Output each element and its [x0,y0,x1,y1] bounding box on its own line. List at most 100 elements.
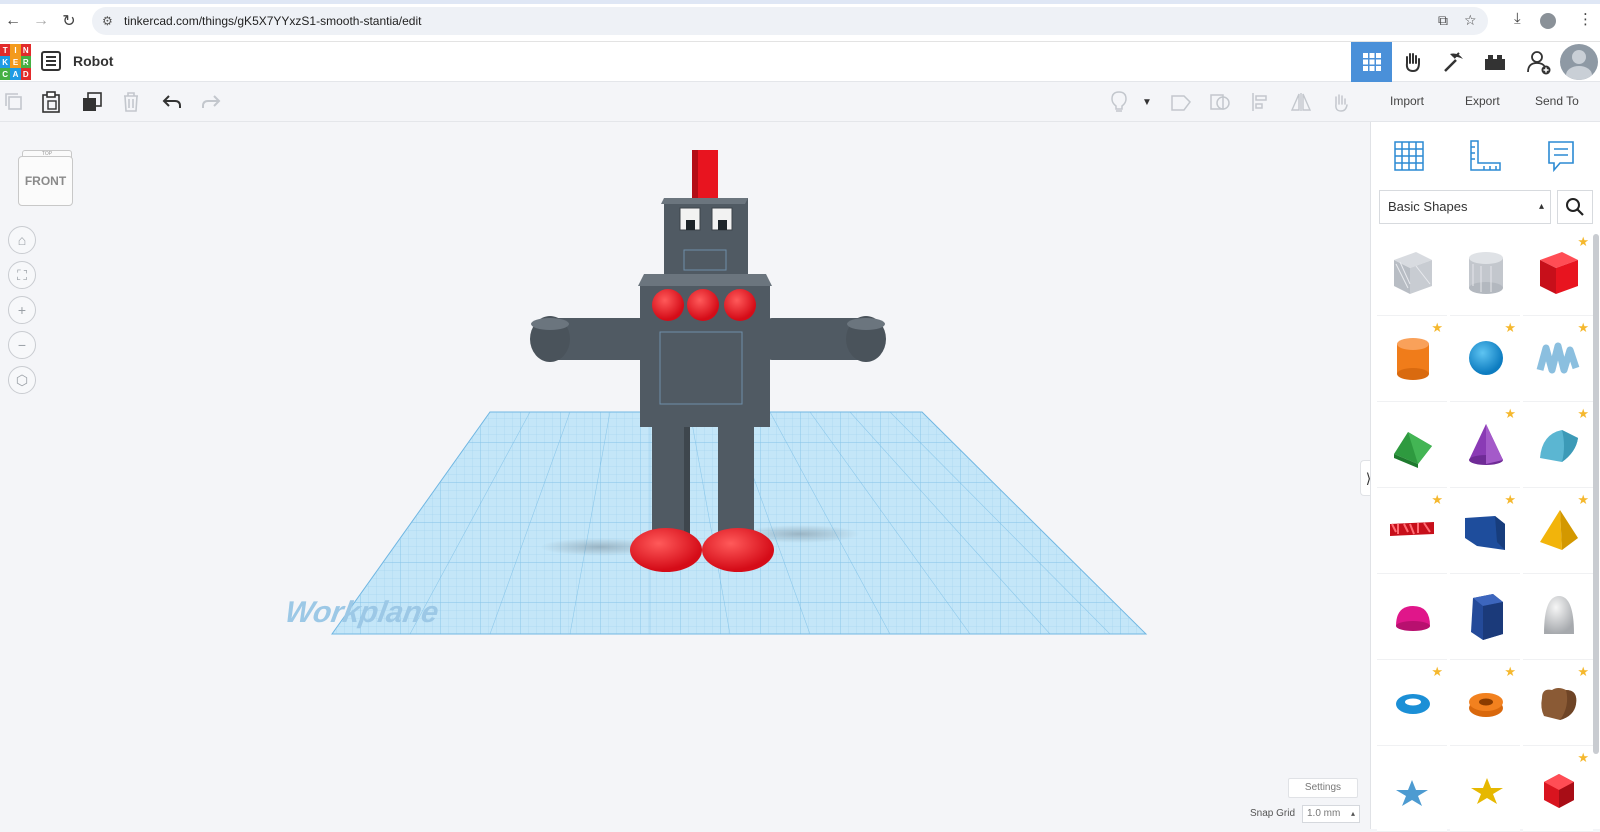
ruler-icon [1470,140,1501,171]
shape-category-select[interactable]: Basic Shapes ▴▾ [1379,190,1551,244]
scribble-icon [1536,342,1580,374]
fit-icon: ⛶ [17,266,27,283]
shape-half-sphere[interactable] [1377,578,1447,660]
home-view-button[interactable]: ⌂ [8,226,36,254]
shape-search-button[interactable] [1557,190,1593,224]
shape-sphere[interactable]: ★ [1450,320,1520,402]
view-cube[interactable]: TOP FRONT [18,150,73,206]
edit-toolbar: ▼ [0,82,1370,122]
blocks-button[interactable] [1392,42,1433,82]
shapes-scrollbar[interactable] [1593,234,1599,754]
install-app-icon[interactable]: ⧉ [1438,12,1448,29]
shape-wedge[interactable]: ★ [1450,492,1520,574]
workplane-tool-button[interactable] [1389,136,1429,176]
group-button[interactable] [1167,88,1195,116]
shape-tube[interactable]: ★ [1450,664,1520,746]
notes-button[interactable] [1105,88,1133,116]
profile-icon[interactable] [1540,13,1556,29]
duplicate-button[interactable] [78,88,106,116]
bookmark-star-icon[interactable]: ☆ [1464,12,1477,29]
shape-star-gold[interactable] [1450,750,1520,832]
shape-icosahedron[interactable]: ★ [1523,750,1593,832]
downloads-icon[interactable]: ⤓ [1514,10,1521,27]
box-hole-icon [1394,252,1432,294]
roof-icon [1394,432,1432,468]
torus-icon [1396,694,1430,714]
robot-left-foot[interactable] [630,528,702,572]
robot-chest-button[interactable] [687,289,719,321]
shape-text[interactable]: ★ [1377,492,1447,574]
import-button[interactable]: Import [1390,94,1424,108]
tinkercad-logo[interactable]: T I N K E R C A D [0,44,31,80]
mirror-button[interactable] [1287,88,1315,116]
snap-grid-select[interactable]: 1.0 mm ▴ [1302,805,1360,823]
chevron-up-icon: ▴ [1350,809,1355,818]
design-list-icon[interactable] [41,51,61,71]
shape-roof[interactable] [1377,406,1447,488]
browser-menu-icon[interactable]: ⋮ [1578,10,1593,28]
shape-paraboloid[interactable] [1523,578,1593,660]
redo-icon [202,95,221,108]
settings-button[interactable]: Settings [1288,778,1358,798]
shape-heart[interactable]: ★ [1523,664,1593,746]
text-icon [1390,522,1434,536]
home-icon: ⌂ [17,232,27,248]
notes-dropdown-icon[interactable]: ▼ [1133,88,1161,116]
heart-icon [1541,688,1577,720]
robot-chest-button[interactable] [724,289,756,321]
zoom-in-button[interactable]: + [8,296,36,324]
site-info-icon[interactable]: ⚙ [102,14,113,28]
tab-strip-edge [0,0,1600,4]
shape-torus[interactable]: ★ [1377,664,1447,746]
bricks-button[interactable] [1474,42,1515,82]
design-title[interactable]: Robot [73,53,113,69]
redo-button[interactable] [197,88,225,116]
robot-right-foot[interactable] [702,528,774,572]
shape-cone[interactable]: ★ [1450,406,1520,488]
3d-viewport[interactable]: Workplane TOP FRONT ⌂ ⛶ + − ⬡ [0,122,1370,829]
shape-star[interactable] [1377,750,1447,832]
align-button[interactable] [1247,88,1275,116]
cube-icon: ⬡ [15,371,29,388]
polygon-icon [1471,594,1503,640]
robot-chest-button[interactable] [652,289,684,321]
user-avatar[interactable] [1560,44,1598,80]
workplane[interactable]: Workplane [283,410,1150,636]
address-bar[interactable]: ⚙ tinkercad.com/things/gK5X7YYxzS1-smoot… [92,7,1488,35]
scene-canvas[interactable]: Workplane [0,122,1370,829]
logo-letter: R [20,56,31,68]
shape-box-hole[interactable] [1377,234,1447,316]
shape-cylinder-hole[interactable] [1450,234,1520,316]
copy-button[interactable] [0,88,28,116]
shape-round-roof[interactable]: ★ [1523,406,1593,488]
notes-tool-button[interactable] [1541,136,1581,176]
undo-button[interactable] [158,88,186,116]
invite-button[interactable] [1518,42,1559,82]
back-icon[interactable]: ← [2,10,24,32]
view-cube-front[interactable]: FRONT [18,156,73,206]
ruler-tool-button[interactable] [1465,136,1505,176]
shape-cylinder[interactable]: ★ [1377,320,1447,402]
logo-letter: N [20,44,31,56]
shape-scribble[interactable]: ★ [1523,320,1593,402]
zoom-out-button[interactable]: − [8,331,36,359]
delete-button[interactable] [117,88,145,116]
3d-view-button[interactable] [1351,42,1392,82]
logo-letter: I [10,44,21,56]
paste-button[interactable] [37,88,65,116]
shape-pyramid[interactable]: ★ [1523,492,1593,574]
shape-box[interactable]: ★ [1523,234,1593,316]
perspective-button[interactable]: ⬡ [8,366,36,394]
shape-polygon[interactable] [1450,578,1520,660]
ungroup-button[interactable] [1206,88,1234,116]
add-user-icon [1526,51,1550,75]
send-to-button[interactable]: Send To [1535,94,1579,108]
forward-icon[interactable]: → [30,10,52,32]
cruise-button[interactable] [1327,88,1355,116]
robot-head[interactable] [664,198,748,277]
export-button[interactable]: Export [1465,94,1500,108]
minecraft-button[interactable] [1433,42,1474,82]
reload-icon[interactable]: ↻ [58,10,80,32]
fit-view-button[interactable]: ⛶ [8,261,36,289]
workplane-label: Workplane [283,596,442,629]
